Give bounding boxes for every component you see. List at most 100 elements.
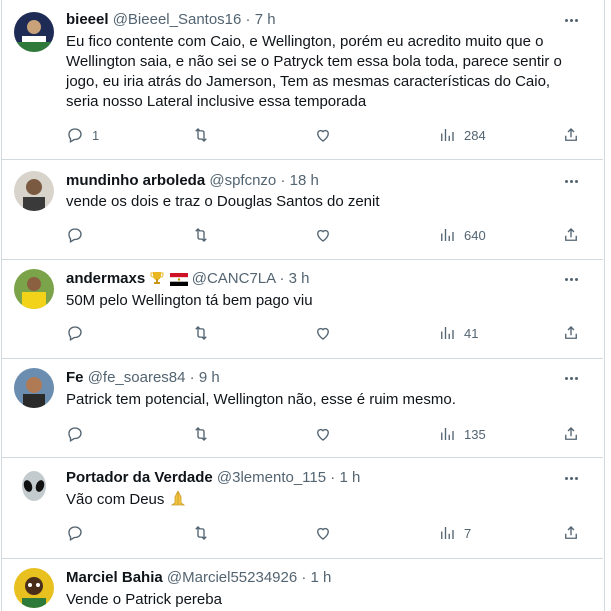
tweet-header: Marciel Bahia @Marciel55234926 · 1 h <box>66 568 331 588</box>
like-button[interactable] <box>314 424 340 444</box>
share-icon <box>565 526 577 539</box>
tweet[interactable]: Portador da Verdade @3lemento_115 · 1 h … <box>2 457 603 559</box>
retweet-icon <box>195 228 207 242</box>
avatar[interactable] <box>14 568 54 608</box>
views-icon <box>441 229 454 241</box>
retweet-button[interactable] <box>192 523 218 543</box>
views-button[interactable]: 135 <box>438 424 486 444</box>
tweet[interactable]: mundinho arboleda @spfcnzo · 18 h vende … <box>2 159 603 260</box>
egypt-flag-icon <box>169 272 188 292</box>
retweet-icon <box>195 128 207 142</box>
display-name[interactable]: Marciel Bahia <box>66 569 163 586</box>
tweet[interactable]: Marciel Bahia @Marciel55234926 · 1 h Ven… <box>2 558 603 611</box>
separator-dot: · <box>301 569 307 586</box>
reply-button[interactable]: 1 <box>66 125 99 145</box>
more-icon[interactable] <box>561 10 581 30</box>
reply-button[interactable] <box>66 323 92 343</box>
share-button[interactable] <box>562 225 580 245</box>
retweet-icon <box>195 326 207 340</box>
retweet-icon <box>195 526 207 540</box>
share-icon <box>565 326 577 339</box>
timestamp[interactable]: 7 h <box>255 11 276 28</box>
timestamp[interactable]: 18 h <box>290 172 319 189</box>
avatar[interactable] <box>14 12 54 52</box>
tweet-text-container: Vão com Deus <box>66 489 566 513</box>
tweet-header: Portador da Verdade @3lemento_115 · 1 h <box>66 468 360 488</box>
view-count: 41 <box>464 325 479 341</box>
like-button[interactable] <box>314 323 340 343</box>
share-button[interactable] <box>562 323 580 343</box>
trophy-icon <box>149 270 165 292</box>
tweet-text: vende os dois e traz o Douglas Santos do… <box>66 193 380 210</box>
display-name[interactable]: mundinho arboleda <box>66 172 205 189</box>
views-icon <box>441 327 454 339</box>
timestamp[interactable]: 1 h <box>339 469 360 486</box>
retweet-button[interactable] <box>192 225 218 245</box>
tweet-header: Fe @fe_soares84 · 9 h <box>66 368 220 388</box>
tweet-header: mundinho arboleda @spfcnzo · 18 h <box>66 171 319 191</box>
tweet-header: andermaxs @CANC7LA · 3 h <box>66 269 310 292</box>
reply-button[interactable] <box>66 225 92 245</box>
more-icon[interactable] <box>561 368 581 388</box>
like-icon <box>317 129 329 142</box>
tweet-text: Eu fico contente com Caio, e Wellington,… <box>66 33 562 110</box>
separator-dot: · <box>330 469 336 486</box>
tweet[interactable]: Fe @fe_soares84 · 9 h Patrick tem potenc… <box>2 358 603 458</box>
user-handle[interactable]: @Bieeel_Santos16 <box>113 11 242 28</box>
share-icon <box>565 128 577 141</box>
like-icon <box>317 327 329 340</box>
share-button[interactable] <box>562 125 580 145</box>
display-name[interactable]: bieeel <box>66 11 109 28</box>
views-button[interactable]: 7 <box>438 523 471 543</box>
separator-dot: · <box>280 172 286 189</box>
display-name[interactable]: andermaxs <box>66 270 145 287</box>
retweet-icon <box>195 427 207 441</box>
reply-button[interactable] <box>66 424 92 444</box>
tweet-text: 50M pelo Wellington tá bem pago viu <box>66 292 313 309</box>
retweet-button[interactable] <box>192 323 218 343</box>
user-handle[interactable]: @Marciel55234926 <box>167 569 297 586</box>
more-icon[interactable] <box>561 269 581 289</box>
tweet-header: bieeel @Bieeel_Santos16 · 7 h <box>66 10 276 30</box>
reply-button[interactable] <box>66 523 92 543</box>
user-handle[interactable]: @fe_soares84 <box>88 369 186 386</box>
display-name[interactable]: Fe <box>66 369 84 386</box>
retweet-button[interactable] <box>192 424 218 444</box>
avatar[interactable] <box>14 368 54 408</box>
more-icon[interactable] <box>561 468 581 488</box>
separator-dot: · <box>279 270 285 287</box>
avatar[interactable] <box>14 171 54 211</box>
views-icon <box>441 129 454 141</box>
timestamp[interactable]: 9 h <box>199 369 220 386</box>
tweet-actions: 1 284 <box>66 125 596 145</box>
retweet-button[interactable] <box>192 125 218 145</box>
share-button[interactable] <box>562 523 580 543</box>
views-button[interactable]: 41 <box>438 323 478 343</box>
more-icon[interactable] <box>561 171 581 191</box>
views-button[interactable]: 640 <box>438 225 486 245</box>
tweet-actions: 640 <box>66 225 596 245</box>
like-button[interactable] <box>314 225 340 245</box>
share-icon <box>565 228 577 241</box>
timestamp[interactable]: 3 h <box>289 270 310 287</box>
tweet[interactable]: bieeel @Bieeel_Santos16 · 7 h Eu fico co… <box>2 0 603 160</box>
display-name[interactable]: Portador da Verdade <box>66 469 213 486</box>
like-button[interactable] <box>314 125 340 145</box>
user-handle[interactable]: @3lemento_115 <box>217 469 326 486</box>
view-count: 135 <box>464 426 486 442</box>
like-icon <box>317 527 329 540</box>
like-button[interactable] <box>314 523 340 543</box>
timestamp[interactable]: 1 h <box>311 569 332 586</box>
avatar[interactable] <box>14 467 54 507</box>
user-handle[interactable]: @spfcnzo <box>209 172 276 189</box>
tweet[interactable]: andermaxs @CANC7LA · 3 h 50M pelo Wellin… <box>2 259 603 359</box>
tweet-actions: 135 <box>66 424 596 444</box>
views-button[interactable]: 284 <box>438 125 486 145</box>
share-button[interactable] <box>562 424 580 444</box>
tweet-text: Patrick tem potencial, Wellington não, e… <box>66 391 456 408</box>
views-icon <box>441 527 454 539</box>
user-handle[interactable]: @CANC7LA <box>192 270 276 287</box>
reply-icon <box>68 526 82 541</box>
avatar[interactable] <box>14 269 54 309</box>
reply-count: 1 <box>92 127 100 143</box>
